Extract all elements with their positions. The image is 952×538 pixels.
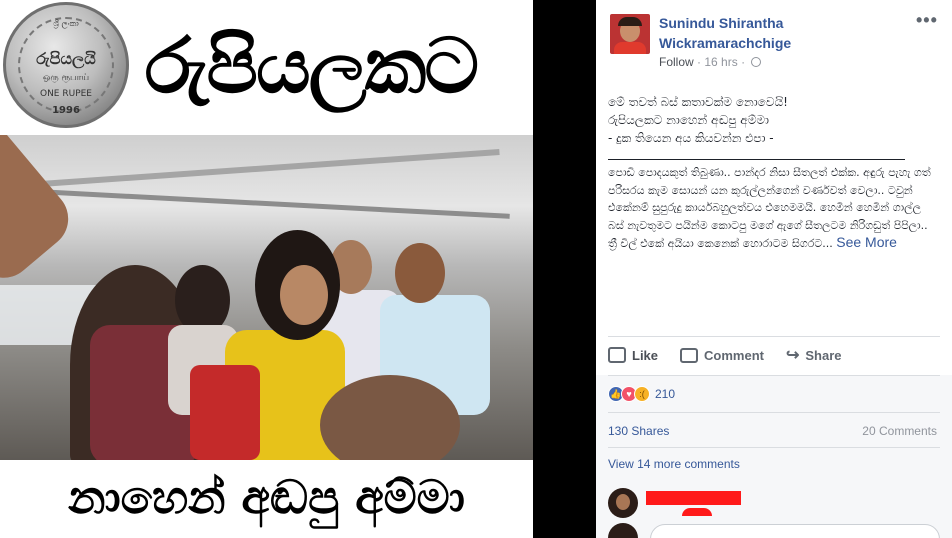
comments-count[interactable]: 20 Comments [862, 424, 937, 438]
post-time[interactable]: 16 hrs [704, 55, 737, 69]
post-meta: Follow · 16 hrs · [659, 55, 762, 69]
commenter-avatar[interactable] [608, 488, 638, 518]
facebook-photo-viewer: ශ්‍රී ලංකා රුපියලයි ஒரு ரூபாய் ONE RUPEE… [0, 0, 952, 538]
intro-line: රුපියලකට නාහෙන් අඬපු අම්මා [608, 113, 769, 127]
avatar-hair [618, 17, 642, 26]
shares-count[interactable]: 130 Shares [608, 424, 669, 438]
raised-arm [0, 135, 81, 290]
comment-button[interactable]: Comment [680, 347, 764, 363]
post-intro: මේ තවත් බස් කතාවක්ම නොවෙයි! රුපියලකට නාහ… [608, 93, 933, 147]
globe-icon [751, 57, 762, 67]
divider [608, 447, 940, 448]
intro-line: මේ තවත් බස් කතාවක්ම නොවෙයි! [608, 95, 788, 109]
coin-top-text: ශ්‍රී ලංකා [53, 19, 79, 28]
coin-english-text: ONE RUPEE [39, 89, 92, 99]
post-sidebar: Sunindu Shirantha Wickramarachchige Foll… [596, 0, 952, 538]
red-handbag [190, 365, 260, 460]
image-caption: නාහෙන් අඬපු අම්මා [68, 470, 465, 524]
more-options-icon[interactable]: ••• [916, 10, 938, 31]
thumbs-up-icon [608, 347, 626, 363]
like-button[interactable]: Like [608, 347, 658, 363]
post-body: පොඩි පොදයකුත් තිබුණා.. පාන්දර නිසා සීතලත… [608, 164, 938, 253]
divider [608, 375, 940, 376]
image-headline: රුපියලකට [145, 21, 479, 110]
text-divider [608, 159, 905, 160]
divider [608, 336, 940, 337]
redacted-mark [682, 508, 712, 516]
author-name-line2[interactable]: Wickramarachchige [659, 33, 879, 53]
bus-handrail [40, 148, 500, 188]
follow-link[interactable]: Follow [659, 55, 694, 69]
author-avatar[interactable] [610, 14, 650, 54]
bus-handrail [20, 188, 510, 219]
post-photo[interactable]: ශ්‍රී ලංකා රුපියලයි ஒரு ரூபாய் ONE RUPEE… [0, 0, 533, 538]
coin-tamil-text: ஒரு ரூபாய் [42, 73, 90, 83]
see-more-link[interactable]: See More [836, 234, 897, 250]
coin-year: 1996 [52, 105, 80, 116]
bus-passengers-photo [0, 135, 533, 460]
divider [608, 412, 940, 413]
redacted-commenter-name [646, 491, 741, 505]
passenger-face [395, 243, 445, 303]
author-name[interactable]: Sunindu Shirantha Wickramarachchige [659, 13, 879, 53]
share-label: Share [805, 347, 842, 363]
passenger-face [280, 265, 328, 325]
like-label: Like [632, 347, 659, 363]
comment-label: Comment [704, 347, 764, 363]
reactions-summary[interactable]: 👍 ♥ :( 210 [608, 386, 675, 402]
meta-separator: · [741, 55, 746, 69]
sad-reaction-icon: :( [634, 386, 650, 402]
share-button[interactable]: ↪ Share [786, 345, 842, 365]
intro-line: - දුක තියෙන අය කියවන්න එපා - [608, 131, 774, 145]
share-arrow-icon: ↪ [785, 347, 800, 364]
coin-script-text: රුපියලයි [36, 49, 96, 68]
reaction-count[interactable]: 210 [655, 387, 675, 401]
one-rupee-coin-image: ශ්‍රී ලංකා රුපියලයි ஒரு ரூபாய் ONE RUPEE… [3, 2, 129, 128]
view-more-comments-link[interactable]: View 14 more comments [608, 457, 740, 471]
avatar-shirt [614, 42, 646, 54]
comment-bubble-icon [680, 347, 699, 363]
post-actions: Like Comment ↪ Share [608, 340, 940, 370]
author-name-line1[interactable]: Sunindu Shirantha [659, 13, 879, 33]
comment-input[interactable] [650, 524, 940, 538]
